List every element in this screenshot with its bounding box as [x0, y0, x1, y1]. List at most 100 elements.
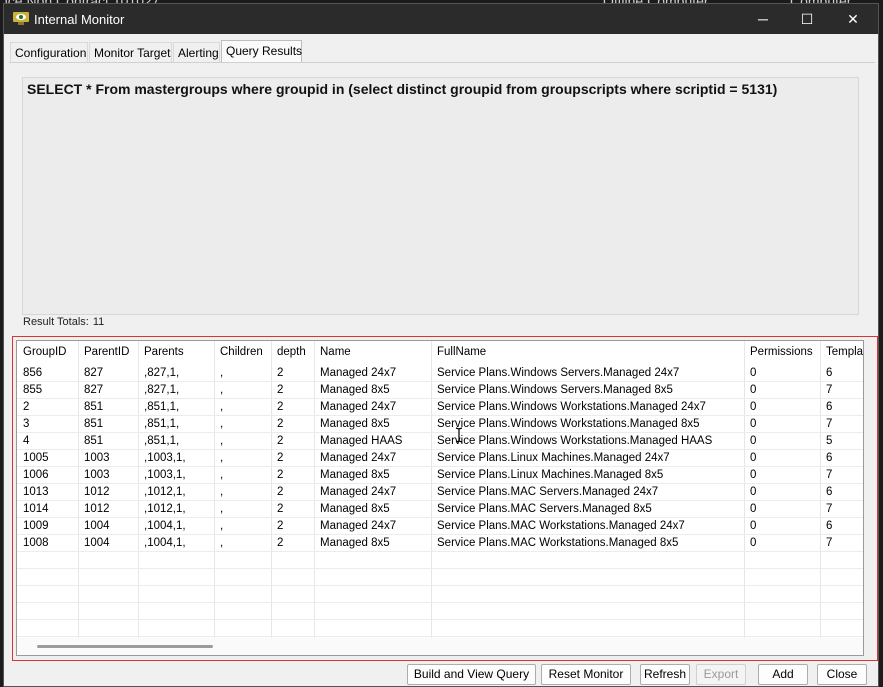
row-divider	[17, 500, 863, 501]
export-button[interactable]: Export	[696, 664, 746, 685]
tab-query-results[interactable]: Query Results	[221, 40, 302, 63]
table-cell: Service Plans.Windows Servers.Managed 8x…	[437, 384, 673, 396]
table-cell: 2	[277, 486, 284, 498]
table-cell: 2	[277, 537, 284, 549]
column-header[interactable]: ParentID	[78, 341, 138, 363]
column-header[interactable]: Name	[314, 341, 431, 363]
table-cell: ,1004,1,	[144, 520, 186, 532]
refresh-button[interactable]: Refresh	[640, 664, 690, 685]
window-title: Internal Monitor	[34, 12, 125, 27]
table-cell: 0	[750, 503, 757, 515]
table-cell: ,1003,1,	[144, 469, 186, 481]
table-cell: 1008	[23, 537, 49, 549]
table-cell: 851	[84, 435, 104, 447]
row-divider	[17, 602, 863, 603]
results-grid[interactable]: GroupID ParentID Parents Children depth Name F…	[16, 340, 864, 656]
column-header[interactable]: GroupID	[17, 341, 78, 363]
table-cell: 0	[750, 401, 757, 413]
table-cell: 6	[826, 452, 833, 464]
table-cell: 6	[826, 520, 833, 532]
table-cell: ,851,1,	[144, 401, 180, 413]
table-cell: 2	[277, 452, 284, 464]
table-cell: Managed 24x7	[320, 367, 397, 379]
result-totals-value: 11	[92, 316, 105, 328]
table-cell: Managed 24x7	[320, 401, 397, 413]
table-cell: 0	[750, 520, 757, 532]
table-cell: ,	[220, 418, 224, 430]
table-cell: ,	[220, 452, 224, 464]
table-cell: 1005	[23, 452, 49, 464]
table-cell: Service Plans.Linux Machines.Managed 8x5	[437, 469, 664, 481]
column-header[interactable]: Permissions	[744, 341, 820, 363]
table-cell: Service Plans.MAC Workstations.Managed 8…	[437, 537, 679, 549]
row-divider	[17, 585, 863, 586]
table-cell: 0	[750, 452, 757, 464]
internal-monitor-window: Internal Monitor ─ ☐ ✕ Configuration Mon…	[3, 3, 879, 687]
table-cell: Managed 8x5	[320, 503, 390, 515]
table-cell: Service Plans.MAC Servers.Managed 24x7	[437, 486, 659, 498]
column-header[interactable]: Templat	[820, 341, 863, 363]
row-divider	[17, 449, 863, 450]
column-header[interactable]: Children	[214, 341, 271, 363]
table-cell: 5	[826, 435, 833, 447]
scrollbar-thumb[interactable]	[37, 645, 213, 648]
row-divider	[17, 432, 863, 433]
horizontal-scrollbar[interactable]	[17, 638, 863, 655]
table-cell: Service Plans.Linux Machines.Managed 24x…	[437, 452, 670, 464]
table-cell: ,	[220, 401, 224, 413]
table-cell: ,	[220, 486, 224, 498]
table-cell: 0	[750, 418, 757, 430]
table-cell: 1003	[84, 469, 110, 481]
add-button[interactable]: Add	[758, 664, 808, 685]
table-cell: Service Plans.Windows Workstations.Manag…	[437, 435, 713, 447]
table-cell: Managed 24x7	[320, 520, 397, 532]
close-button[interactable]: Close	[817, 664, 867, 685]
table-cell: Service Plans.Windows Servers.Managed 24…	[437, 367, 680, 379]
table-cell: ,827,1,	[144, 384, 180, 396]
close-window-button[interactable]: ✕	[830, 4, 876, 34]
table-cell: 0	[750, 367, 757, 379]
table-cell: 7	[826, 469, 833, 481]
table-cell: 1014	[23, 503, 49, 515]
table-cell: Managed 8x5	[320, 384, 390, 396]
build-and-view-query-button[interactable]: Build and View Query	[407, 664, 536, 685]
title-bar[interactable]: Internal Monitor ─ ☐ ✕	[4, 4, 878, 34]
table-cell: 6	[826, 486, 833, 498]
row-divider	[17, 381, 863, 382]
query-text: SELECT * From mastergroups where groupid…	[27, 81, 778, 97]
tab-configuration[interactable]: Configuration	[10, 42, 88, 62]
table-cell: Managed 8x5	[320, 469, 390, 481]
table-cell: 2	[277, 401, 284, 413]
table-cell: 851	[84, 418, 104, 430]
row-divider	[17, 483, 863, 484]
table-cell: 2	[277, 520, 284, 532]
row-divider	[17, 398, 863, 399]
table-cell: 1013	[23, 486, 49, 498]
tab-monitor-target[interactable]: Monitor Target	[89, 42, 172, 62]
table-cell: ,1003,1,	[144, 452, 186, 464]
tab-alerting[interactable]: Alerting	[173, 42, 220, 62]
table-cell: 4	[23, 435, 30, 447]
column-header[interactable]: FullName	[431, 341, 744, 363]
row-divider	[17, 415, 863, 416]
query-text-area[interactable]: SELECT * From mastergroups where groupid…	[22, 77, 859, 315]
row-divider	[17, 551, 863, 552]
row-divider	[17, 517, 863, 518]
column-header[interactable]: Parents	[138, 341, 214, 363]
reset-monitor-button[interactable]: Reset Monitor	[541, 664, 631, 685]
maximize-button[interactable]: ☐	[784, 4, 830, 34]
table-cell: ,851,1,	[144, 418, 180, 430]
table-cell: 0	[750, 486, 757, 498]
table-cell: Service Plans.Windows Workstations.Manag…	[437, 418, 700, 430]
minimize-button[interactable]: ─	[740, 4, 786, 34]
table-cell: 0	[750, 435, 757, 447]
table-cell: 1012	[84, 486, 110, 498]
table-cell: 0	[750, 469, 757, 481]
column-header[interactable]: depth	[271, 341, 314, 363]
app-monitor-icon	[13, 12, 29, 25]
table-cell: ,827,1,	[144, 367, 180, 379]
table-cell: 2	[277, 418, 284, 430]
table-cell: 6	[826, 367, 833, 379]
table-cell: 1004	[84, 537, 110, 549]
table-cell: 1009	[23, 520, 49, 532]
